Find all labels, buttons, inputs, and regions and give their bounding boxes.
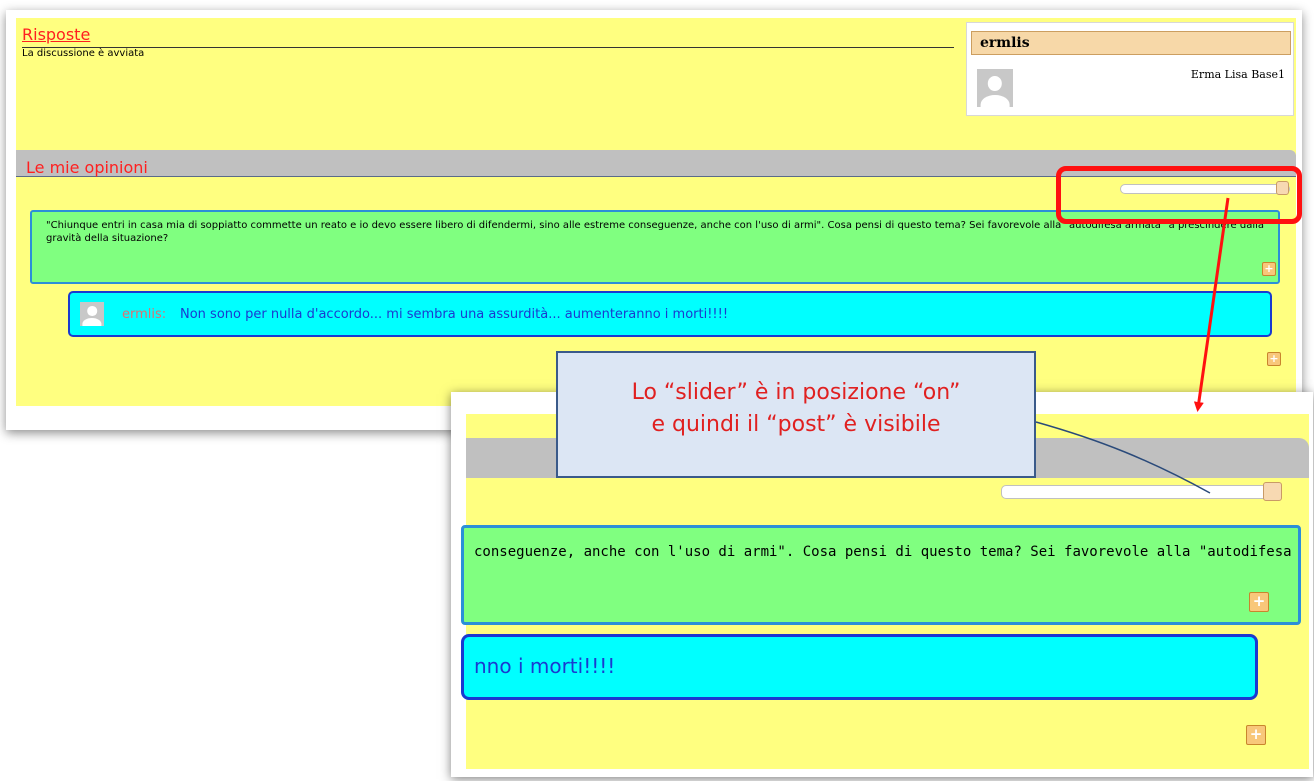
annotation-arrows: [1035, 197, 1230, 494]
red-arrow: [1193, 197, 1230, 412]
callout-pointer-line: [1035, 421, 1211, 494]
